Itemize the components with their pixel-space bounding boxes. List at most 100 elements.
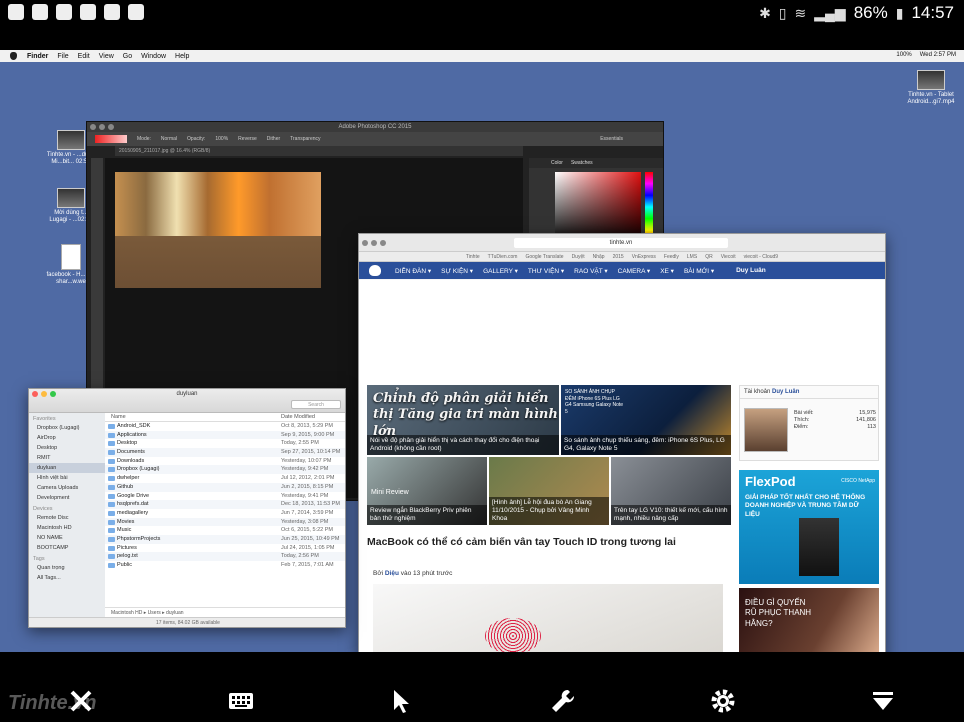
account-name[interactable]: Duy Luân	[772, 389, 799, 395]
menu-go[interactable]: Go	[123, 53, 132, 60]
file-row[interactable]: Pictures Jul 24, 2015, 1:05 PM	[105, 544, 345, 553]
photoshop-titlebar[interactable]: Adobe Photoshop CC 2015	[87, 122, 663, 132]
banner-ad[interactable]: ĐIỀU GÌ QUYẾN RŨ PHỤC THANH HẰNG?	[739, 588, 879, 652]
file-row[interactable]: Downloads Yesterday, 10:07 PM	[105, 457, 345, 466]
article-image[interactable]	[373, 584, 723, 652]
file-row[interactable]: Dropbox (Lugagi) Yesterday, 9:42 PM	[105, 465, 345, 475]
collapse-button[interactable]	[868, 686, 898, 716]
mac-battery-percent[interactable]: 100%	[896, 52, 911, 58]
bookmark[interactable]: Tinhte	[466, 254, 480, 260]
nav-vehicles[interactable]: XE ▾	[660, 267, 674, 275]
file-row[interactable]: Movies Yesterday, 3:08 PM	[105, 517, 345, 527]
bookmark[interactable]: Viecoit	[721, 254, 736, 260]
bookmark[interactable]: Nhập	[593, 254, 605, 260]
sidebar-item[interactable]: Hình việt bài	[29, 473, 105, 483]
hue-slider[interactable]	[645, 172, 653, 242]
column-header-date[interactable]: Date Modified	[281, 413, 345, 421]
menu-help[interactable]: Help	[175, 53, 189, 60]
file-row[interactable]: pelog.txt Today, 2:56 PM	[105, 552, 345, 561]
bookmark[interactable]: TTuDien.com	[488, 254, 518, 260]
file-row[interactable]: hsqlprefs.dat Dec 18, 2013, 11:53 PM	[105, 500, 345, 509]
sidebar-item-selected[interactable]: duyluan	[29, 463, 105, 473]
bookmark[interactable]: Duyệt	[572, 254, 585, 260]
featured-tile[interactable]: [Hình ảnh] Lễ hội đua bò An Giang 11/10/…	[489, 457, 609, 525]
document-tab[interactable]: 20150905_211017.jpg @ 16.4% (RGB/8)	[115, 146, 523, 156]
pointer-button[interactable]	[386, 686, 416, 716]
menu-window[interactable]: Window	[141, 53, 166, 60]
window-controls[interactable]	[362, 240, 386, 246]
settings-button[interactable]	[708, 686, 738, 716]
apple-icon[interactable]	[10, 52, 17, 60]
sidebar-item[interactable]: Camera Uploads	[29, 483, 105, 493]
sidebar-item[interactable]: Development	[29, 493, 105, 503]
opacity-field[interactable]: 100%	[215, 136, 228, 142]
file-row[interactable]: Google Drive Yesterday, 9:41 PM	[105, 492, 345, 501]
file-row[interactable]: Desktop Today, 2:55 PM	[105, 439, 345, 448]
nav-events[interactable]: SỰ KIỆN ▾	[441, 267, 473, 275]
featured-tile[interactable]: SO SÁNH ẢNH CHỤP ĐÊM iPhone 6S Plus LG G…	[561, 385, 731, 455]
close-button[interactable]	[66, 686, 96, 716]
sidebar-item[interactable]: Remote Disc	[29, 513, 105, 523]
flexpod-ad[interactable]: FlexPod CISCO NetApp GIẢI PHÁP TỐT NHẤT …	[739, 470, 879, 584]
nav-gallery[interactable]: GALLERY ▾	[483, 267, 518, 275]
sidebar-item[interactable]: Dropbox (Lugagi)	[29, 423, 105, 433]
sidebar-item[interactable]: All Tags...	[29, 573, 105, 583]
tools-panel[interactable]	[91, 158, 103, 388]
nav-user[interactable]: Duy Luân	[736, 267, 766, 274]
finder-window[interactable]: duyluan Search Favorites Dropbox (Lugagi…	[28, 388, 346, 628]
site-logo-icon[interactable]	[369, 265, 381, 276]
file-row[interactable]: Music Oct 6, 2015, 5:22 PM	[105, 526, 345, 535]
window-controls[interactable]	[90, 124, 114, 130]
featured-tile[interactable]: Chỉnh độ phân giải hiển thị Tăng gia tri…	[367, 385, 559, 455]
featured-tile[interactable]: Trên tay LG V10: thiết kế mới, cấu hình …	[611, 457, 731, 525]
menu-file[interactable]: File	[57, 53, 68, 60]
menu-finder[interactable]: Finder	[27, 53, 48, 60]
mac-clock[interactable]: Wed 2:57 PM	[920, 52, 956, 58]
file-row[interactable]: mediagallery Jun 7, 2014, 3:59 PM	[105, 509, 345, 518]
keyboard-button[interactable]	[226, 686, 256, 716]
article-title[interactable]: MacBook có thể có cảm biến vân tay Touch…	[367, 536, 731, 548]
workspace-select[interactable]: Essentials	[600, 136, 623, 142]
sidebar-item[interactable]: AirDrop	[29, 433, 105, 443]
featured-tile[interactable]: Mini Review Review ngắn BlackBerry Priv …	[367, 457, 487, 525]
file-row[interactable]: Android_SDK Oct 8, 2013, 5:29 PM	[105, 422, 345, 431]
desktop-file-video[interactable]: Tinhte.vn - Tablet Android...gi7.mp4	[906, 70, 956, 106]
file-row[interactable]: Public Feb 7, 2015, 7:01 AM	[105, 561, 345, 570]
bookmark[interactable]: viecoit - Cloud9	[744, 254, 778, 260]
bookmark[interactable]: VnExpress	[632, 254, 656, 260]
sidebar-item[interactable]: Macintosh HD	[29, 523, 105, 533]
file-row[interactable]: dwhelper Jul 12, 2012, 2:01 PM	[105, 474, 345, 483]
safari-window[interactable]: tinhte.vn Tinhte TTuDien.com Google Tran…	[358, 233, 886, 652]
sidebar-item[interactable]: BOOTCAMP	[29, 543, 105, 553]
menu-edit[interactable]: Edit	[78, 53, 90, 60]
tools-button[interactable]	[548, 686, 578, 716]
reverse-checkbox[interactable]: Reverse	[238, 136, 257, 142]
nav-forum[interactable]: DIỄN ĐÀN ▾	[395, 267, 431, 275]
file-row[interactable]: Applications Sep 9, 2015, 9:00 PM	[105, 430, 345, 440]
tab-swatches[interactable]: Swatches	[571, 158, 593, 168]
file-row[interactable]: PhpstormProjects Jun 25, 2015, 10:49 PM	[105, 534, 345, 544]
finder-titlebar[interactable]: duyluan Search	[29, 389, 345, 413]
path-bar[interactable]: Macintosh HD ▸ Users ▸ duyluan	[105, 607, 345, 617]
sidebar-item[interactable]: NO NAME	[29, 533, 105, 543]
mode-select[interactable]: Normal	[161, 136, 177, 142]
transparency-checkbox[interactable]: Transparency	[290, 136, 320, 142]
nav-new-posts[interactable]: BÀI MỚI ▾	[684, 267, 714, 275]
sidebar-item[interactable]: Quan trọng	[29, 563, 105, 573]
avatar[interactable]	[744, 408, 788, 452]
bookmark[interactable]: QR	[705, 254, 713, 260]
bookmark[interactable]: Google Translate	[525, 254, 563, 260]
file-row[interactable]: Github Jun 2, 2015, 8:15 PM	[105, 482, 345, 492]
remote-mac-desktop[interactable]: Finder File Edit View Go Window Help 100…	[0, 50, 964, 652]
file-row[interactable]: Documents Sep 27, 2015, 10:14 PM	[105, 448, 345, 457]
menu-view[interactable]: View	[99, 53, 114, 60]
color-picker-field[interactable]	[555, 172, 641, 242]
bookmark[interactable]: LMS	[687, 254, 697, 260]
nav-classifieds[interactable]: RAO VẶT ▾	[574, 267, 607, 275]
nav-library[interactable]: THƯ VIỆN ▾	[528, 267, 564, 275]
sidebar-item[interactable]: RMIT	[29, 453, 105, 463]
dither-checkbox[interactable]: Dither	[267, 136, 280, 142]
tab-color[interactable]: Color	[551, 158, 563, 168]
gradient-swatch[interactable]	[95, 135, 127, 143]
bookmark[interactable]: 2015	[613, 254, 624, 260]
